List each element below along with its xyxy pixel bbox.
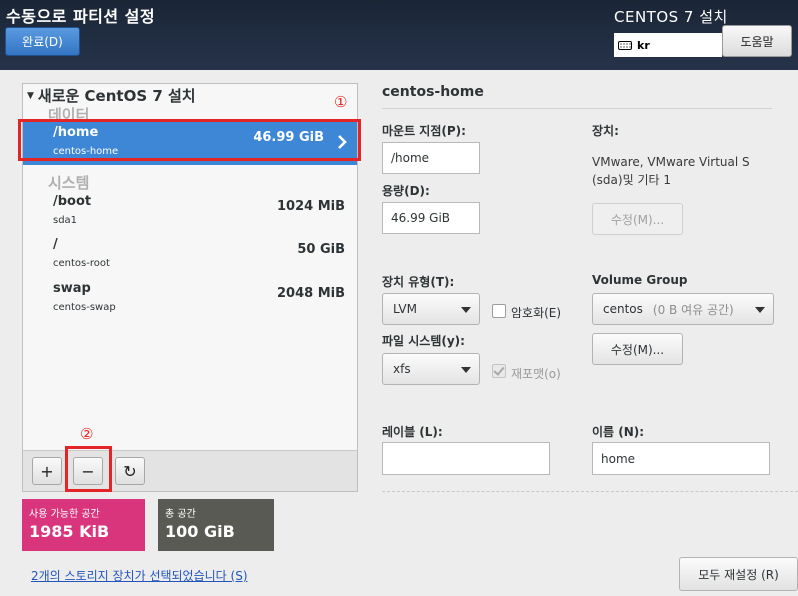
filesystem-label: 파일 시스템(y): [382,334,465,348]
partition-device: centos-swap [53,302,116,313]
storage-devices-link[interactable]: 2개의 스토리지 장치가 선택되었습니다 (S) [31,567,248,584]
annotation-highlight-remove [65,446,112,492]
total-space-box: 총 공간 100 GiB [158,499,274,551]
device-modify-button[interactable]: 수정(M)... [592,203,683,235]
available-space-label: 사용 가능한 공간 [29,509,100,520]
partition-size: 1024 MiB [276,199,345,214]
volume-group-value: centos [603,302,643,316]
product-title: CENTOS 7 설치 [614,8,728,26]
partition-device: centos-root [53,258,110,269]
partition-mount-point: / [53,237,58,252]
mount-point-input[interactable]: /home [382,142,480,174]
device-type-value: LVM [393,302,417,316]
reformat-checkbox[interactable] [492,364,506,378]
filesystem-select[interactable]: xfs [382,353,480,385]
device-type-label: 장치 유형(T): [382,275,455,289]
keyboard-layout-indicator[interactable]: kr [614,33,722,57]
install-group-label: 새로운 CentOS 7 설치 [37,87,196,105]
help-button[interactable]: 도움말 [722,25,792,57]
page-title: 수동으로 파티션 설정 [6,7,156,26]
partition-device: sda1 [53,215,78,226]
volume-group-free-space: (0 B 여유 공간) [652,302,734,317]
dropdown-arrow-icon [755,307,765,313]
dropdown-arrow-icon [461,367,471,373]
total-space-label: 총 공간 [165,509,196,520]
refresh-button[interactable]: ↻ [115,457,145,485]
partition-size: 2048 MiB [276,286,345,301]
partition-mount-point: swap [53,281,91,296]
dropdown-arrow-icon [461,307,471,313]
mount-point-label: 마운트 지점(P): [382,124,466,138]
keyboard-layout-label: kr [637,38,650,52]
encrypt-label: 암호화(E) [511,306,562,320]
volume-group-select[interactable]: centos (0 B 여유 공간) [592,293,774,325]
device-label: 장치: [592,124,619,138]
detail-title: centos-home [382,84,484,100]
reformat-label: 재포맷(o) [511,367,561,381]
add-partition-icon: + [40,461,54,481]
volume-group-modify-button[interactable]: 수정(M)... [592,333,683,365]
reset-all-button[interactable]: 모두 재설정 (R) [679,557,798,591]
device-description: VMware, VMware Virtual S (sda)및 기타 1 [592,153,750,189]
partition-row-swap[interactable]: swap centos-swap 2048 MiB [23,277,357,321]
partition-size: 50 GiB [297,242,345,257]
available-space-box: 사용 가능한 공간 1985 KiB [22,499,145,551]
capacity-label: 용량(D): [382,184,430,198]
add-partition-button[interactable]: + [32,457,62,485]
device-line-2: (sda)및 기타 1 [592,173,671,187]
annotation-number-1: ① [334,93,348,111]
name-field-label: 이름 (N): [592,425,645,439]
filesystem-value: xfs [393,362,411,376]
label-input[interactable] [382,442,550,475]
partition-row-root[interactable]: / centos-root 50 GiB [23,233,357,277]
partition-mount-point: /boot [53,194,92,209]
total-space-value: 100 GiB [165,522,235,541]
header-bar: 수동으로 파티션 설정 완료(D) CENTOS 7 설치 kr 도움말 [0,0,798,70]
detail-bottom-divider [382,491,798,492]
volume-group-label: Volume Group [592,273,688,287]
detail-separator [382,108,772,109]
keyboard-icon [618,40,632,50]
done-button[interactable]: 완료(D) [5,27,80,56]
name-input[interactable]: home [592,442,770,475]
annotation-number-2: ② [80,425,94,443]
encrypt-checkbox[interactable] [492,304,506,318]
available-space-value: 1985 KiB [29,522,110,541]
device-type-select[interactable]: LVM [382,293,480,325]
capacity-input[interactable]: 46.99 GiB [382,202,480,234]
install-group-header[interactable]: ▼ 새로운 CentOS 7 설치 [27,85,196,106]
device-line-1: VMware, VMware Virtual S [592,155,750,169]
label-field-label: 레이블 (L): [382,425,443,439]
annotation-highlight-home [18,119,361,161]
partition-row-boot[interactable]: /boot sda1 1024 MiB [23,190,357,234]
expand-triangle-icon: ▼ [27,91,34,101]
refresh-icon: ↻ [123,461,137,481]
